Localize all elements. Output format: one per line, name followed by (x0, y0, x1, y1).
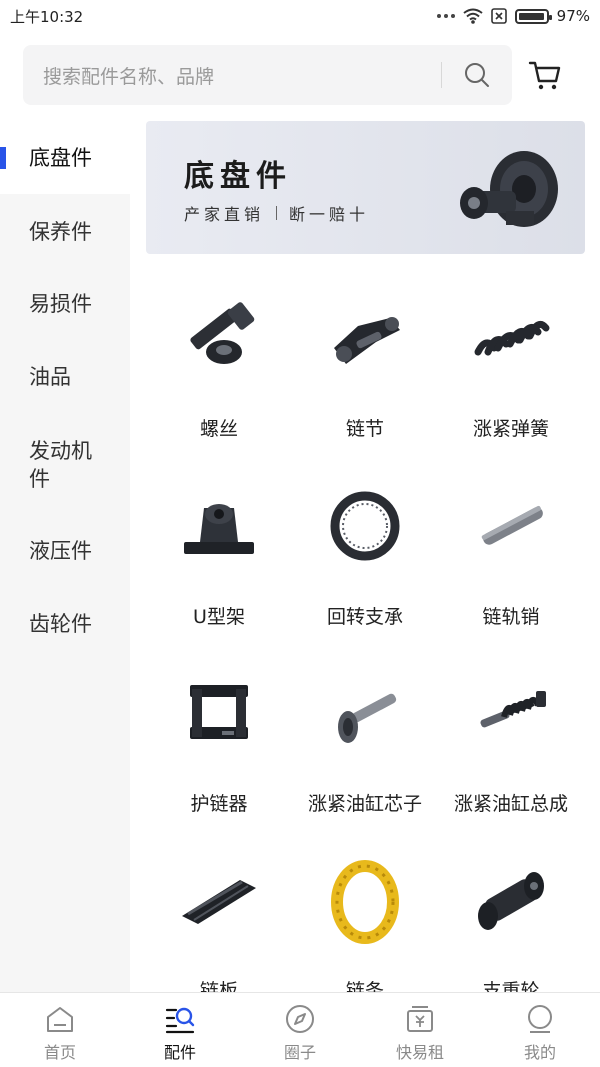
product-item-chain-link[interactable]: 链节 (292, 296, 438, 441)
banner-separator (276, 206, 278, 220)
sidebar-item-chassis[interactable]: 底盘件 (0, 122, 130, 194)
search-placeholder: 搜索配件名称、品牌 (43, 65, 215, 88)
nav-label: 我的 (523, 1043, 556, 1062)
sidebar-item-label: 油品 (29, 365, 71, 389)
sidebar-item-gear[interactable]: 齿轮件 (0, 588, 130, 660)
nav-circle[interactable]: 圈子 (240, 993, 360, 1067)
product-label: 链节 (345, 418, 384, 440)
sidebar-item-maintenance[interactable]: 保养件 (0, 196, 130, 268)
cart-icon[interactable] (528, 58, 562, 92)
battery-icon (514, 8, 552, 24)
sim-off-icon (490, 8, 507, 24)
battery-percent: 97% (556, 7, 590, 25)
product-label: U型架 (193, 606, 245, 628)
sidebar-item-label: 底盘件 (29, 146, 92, 170)
parts-icon (165, 1007, 195, 1034)
bottom-nav: 首页 配件 圈子 快易租 我的 (0, 992, 600, 1067)
chain-link-icon (334, 317, 400, 364)
active-indicator (0, 147, 6, 169)
home-icon (47, 1007, 73, 1032)
status-bar: 上午10:32 97% (0, 0, 600, 32)
product-label: 螺丝 (199, 418, 238, 440)
nav-label: 配件 (163, 1043, 196, 1062)
wifi-icon (463, 8, 483, 24)
sidebar-item-oil[interactable]: 油品 (0, 341, 130, 413)
search-divider (441, 62, 442, 88)
compass-icon (286, 1005, 314, 1033)
search-input[interactable]: 搜索配件名称、品牌 (23, 45, 512, 105)
product-item-bolt[interactable]: 螺丝 (146, 296, 292, 441)
sidebar-item-hydraulic[interactable]: 液压件 (0, 515, 130, 587)
track-shoe-icon (182, 880, 256, 924)
more-dots-icon (436, 14, 455, 18)
product-label: 链轨销 (482, 606, 540, 628)
product-label: 回转支承 (326, 606, 403, 628)
status-icons: 97% (436, 7, 590, 25)
product-item-chain-guard[interactable]: 护链器 (146, 671, 292, 816)
bolt-icon (190, 302, 255, 364)
sidebar-item-engine[interactable]: 发动机件 (0, 430, 110, 500)
idler-wheel-image (460, 151, 558, 227)
sidebar-item-label: 易损件 (29, 292, 92, 316)
product-label: 涨紧油缸总成 (453, 793, 568, 815)
banner-subtitle: 产家直销 断一赔十 (184, 201, 369, 225)
banner-subtitle-right: 断一赔十 (289, 205, 370, 224)
product-item-cylinder-assembly[interactable]: 涨紧油缸总成 (438, 671, 584, 816)
product-item-track-pin[interactable]: 链轨销 (438, 484, 584, 629)
chain-guard-icon (190, 685, 248, 739)
banner-title: 底盘件 (184, 159, 292, 194)
product-item-slewing-bearing[interactable]: 回转支承 (292, 484, 438, 629)
nav-home[interactable]: 首页 (0, 993, 120, 1067)
banner-subtitle-left: 产家直销 (184, 205, 265, 224)
product-item-track-roller[interactable]: 支重轮 (438, 858, 584, 1003)
search-icon[interactable] (464, 62, 490, 88)
sidebar-item-label: 保养件 (29, 220, 92, 244)
category-banner[interactable]: 底盘件 产家直销 断一赔十 (146, 121, 585, 254)
track-chain-icon (331, 860, 399, 944)
track-roller-icon (478, 872, 544, 930)
status-time: 上午10:32 (10, 7, 84, 26)
product-item-cylinder-core[interactable]: 涨紧油缸芯子 (292, 671, 438, 816)
sidebar-item-label: 液压件 (29, 539, 92, 563)
cylinder-core-icon (338, 693, 397, 743)
sidebar-item-label: 齿轮件 (29, 612, 92, 636)
product-item-track-shoe[interactable]: 链板 (146, 858, 292, 1003)
product-label: 涨紧油缸芯子 (307, 793, 422, 815)
nav-label: 首页 (43, 1043, 76, 1062)
nav-rent[interactable]: 快易租 (360, 993, 480, 1067)
product-item-spring[interactable]: 涨紧弹簧 (438, 296, 584, 441)
spring-icon (474, 320, 550, 356)
sidebar-item-wear[interactable]: 易损件 (0, 268, 130, 340)
product-item-track-chain[interactable]: 链条 (292, 858, 438, 1003)
nav-label: 快易租 (395, 1043, 444, 1062)
nav-parts[interactable]: 配件 (120, 993, 240, 1067)
track-pin-icon (481, 505, 543, 545)
profile-icon (528, 1005, 552, 1033)
u-bracket-icon (184, 504, 254, 554)
nav-label: 圈子 (283, 1043, 316, 1062)
product-item-u-bracket[interactable]: U型架 (146, 484, 292, 629)
rent-icon (407, 1006, 433, 1032)
product-label: 涨紧弹簧 (472, 418, 549, 440)
sidebar-item-label: 发动机件 (29, 439, 92, 491)
nav-profile[interactable]: 我的 (480, 993, 600, 1067)
cylinder-assembly-icon (480, 691, 546, 728)
product-label: 护链器 (190, 793, 248, 815)
slewing-bearing-icon (330, 491, 400, 561)
